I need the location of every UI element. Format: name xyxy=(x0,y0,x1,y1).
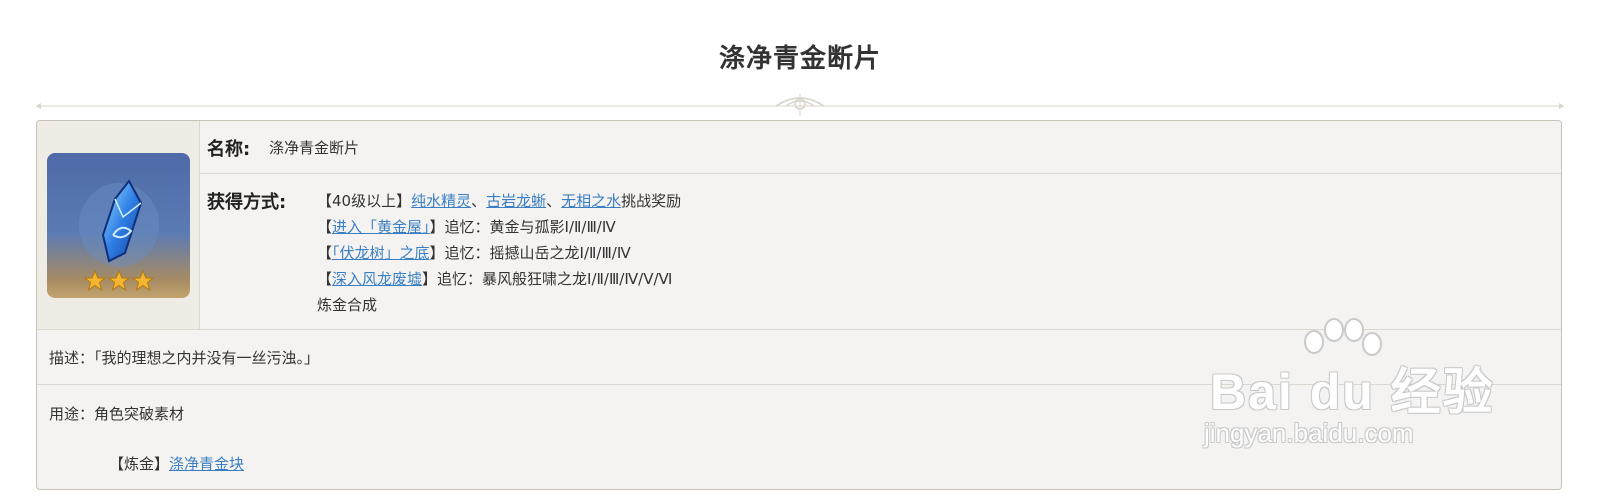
obtain-label: 获得方式: xyxy=(207,192,287,213)
link-fulong-tree[interactable]: 「伏龙树」之底 xyxy=(332,244,430,262)
link-golden-house[interactable]: 进入「黄金屋」 xyxy=(332,218,430,236)
description-row: 描述：「我的理想之内并没有一丝污浊。」 xyxy=(37,330,1561,385)
ornamental-divider xyxy=(36,94,1564,116)
alchemy-craft: 炼金合成 xyxy=(317,296,378,314)
link-pure-water-spirit[interactable]: 纯水精灵 xyxy=(411,192,471,210)
link-stormterror-ruins[interactable]: 深入风龙废墟 xyxy=(332,270,422,288)
obtain-suffix: 挑战奖励 xyxy=(621,192,682,210)
name-value: 涤净青金断片 xyxy=(269,139,360,157)
star-icon xyxy=(107,269,131,292)
separator: 、 xyxy=(546,192,562,210)
item-top-row: 名称: 涤净青金断片 获得方式: 【40级以上】纯水精灵、古岩龙蜥、无相之水挑战… xyxy=(37,121,1561,330)
obtain-line-4: 【深入风龙废墟】追忆：暴风般狂啸之龙Ⅰ/Ⅱ/Ⅲ/Ⅳ/Ⅴ/Ⅵ xyxy=(317,266,681,292)
star-icon xyxy=(131,269,155,292)
item-image xyxy=(47,153,190,298)
obtain-line-1: 【40级以上】纯水精灵、古岩龙蜥、无相之水挑战奖励 xyxy=(317,188,681,214)
obtain-line-5: 炼金合成 xyxy=(317,292,681,318)
bracket-open: 【 xyxy=(317,244,333,262)
bracket-open: 【 xyxy=(317,218,333,236)
domain-text: 】追忆：摇撼山岳之龙Ⅰ/Ⅱ/Ⅲ/Ⅳ xyxy=(429,244,631,262)
separator: 、 xyxy=(471,192,487,210)
name-label: 名称: xyxy=(207,139,251,160)
domain-text: 】追忆：黄金与孤影Ⅰ/Ⅱ/Ⅲ/Ⅳ xyxy=(429,218,616,236)
description-text: 描述：「我的理想之内并没有一丝污浊。」 xyxy=(49,349,320,367)
link-lapis-chunk[interactable]: 涤净青金块 xyxy=(169,455,244,473)
star-icon xyxy=(83,269,107,292)
name-row: 名称: 涤净青金断片 xyxy=(199,121,1561,174)
item-card: 名称: 涤净青金断片 获得方式: 【40级以上】纯水精灵、古岩龙蜥、无相之水挑战… xyxy=(36,120,1562,490)
domain-text: 】追忆：暴风般狂啸之龙Ⅰ/Ⅱ/Ⅲ/Ⅳ/Ⅴ/Ⅵ xyxy=(422,270,673,288)
obtain-list: 【40级以上】纯水精灵、古岩龙蜥、无相之水挑战奖励 【进入「黄金屋」】追忆：黄金… xyxy=(317,188,681,318)
link-geovishap[interactable]: 古岩龙蜥 xyxy=(486,192,546,210)
obtain-row: 获得方式: 【40级以上】纯水精灵、古岩龙蜥、无相之水挑战奖励 【进入「黄金屋」… xyxy=(199,174,1561,329)
bracket-open: 【 xyxy=(317,270,333,288)
obtain-line-3: 【「伏龙树」之底】追忆：摇撼山岳之龙Ⅰ/Ⅱ/Ⅲ/Ⅳ xyxy=(317,240,681,266)
rarity-stars xyxy=(83,269,155,292)
link-hydro-hypostasis[interactable]: 无相之水 xyxy=(561,192,621,210)
usage-alchemy: 【炼金】涤净青金块 xyxy=(109,453,244,474)
alchemy-prefix: 【炼金】 xyxy=(109,455,170,473)
obtain-line-2: 【进入「黄金屋」】追忆：黄金与孤影Ⅰ/Ⅱ/Ⅲ/Ⅳ xyxy=(317,214,681,240)
obtain-prefix: 【40级以上】 xyxy=(317,192,412,210)
usage-text: 用途：角色突破素材 xyxy=(49,405,185,423)
usage-row: 用途：角色突破素材 【炼金】涤净青金块 xyxy=(37,385,1561,489)
item-image-cell xyxy=(37,121,200,329)
page-title: 涤净青金断片 xyxy=(718,44,881,74)
